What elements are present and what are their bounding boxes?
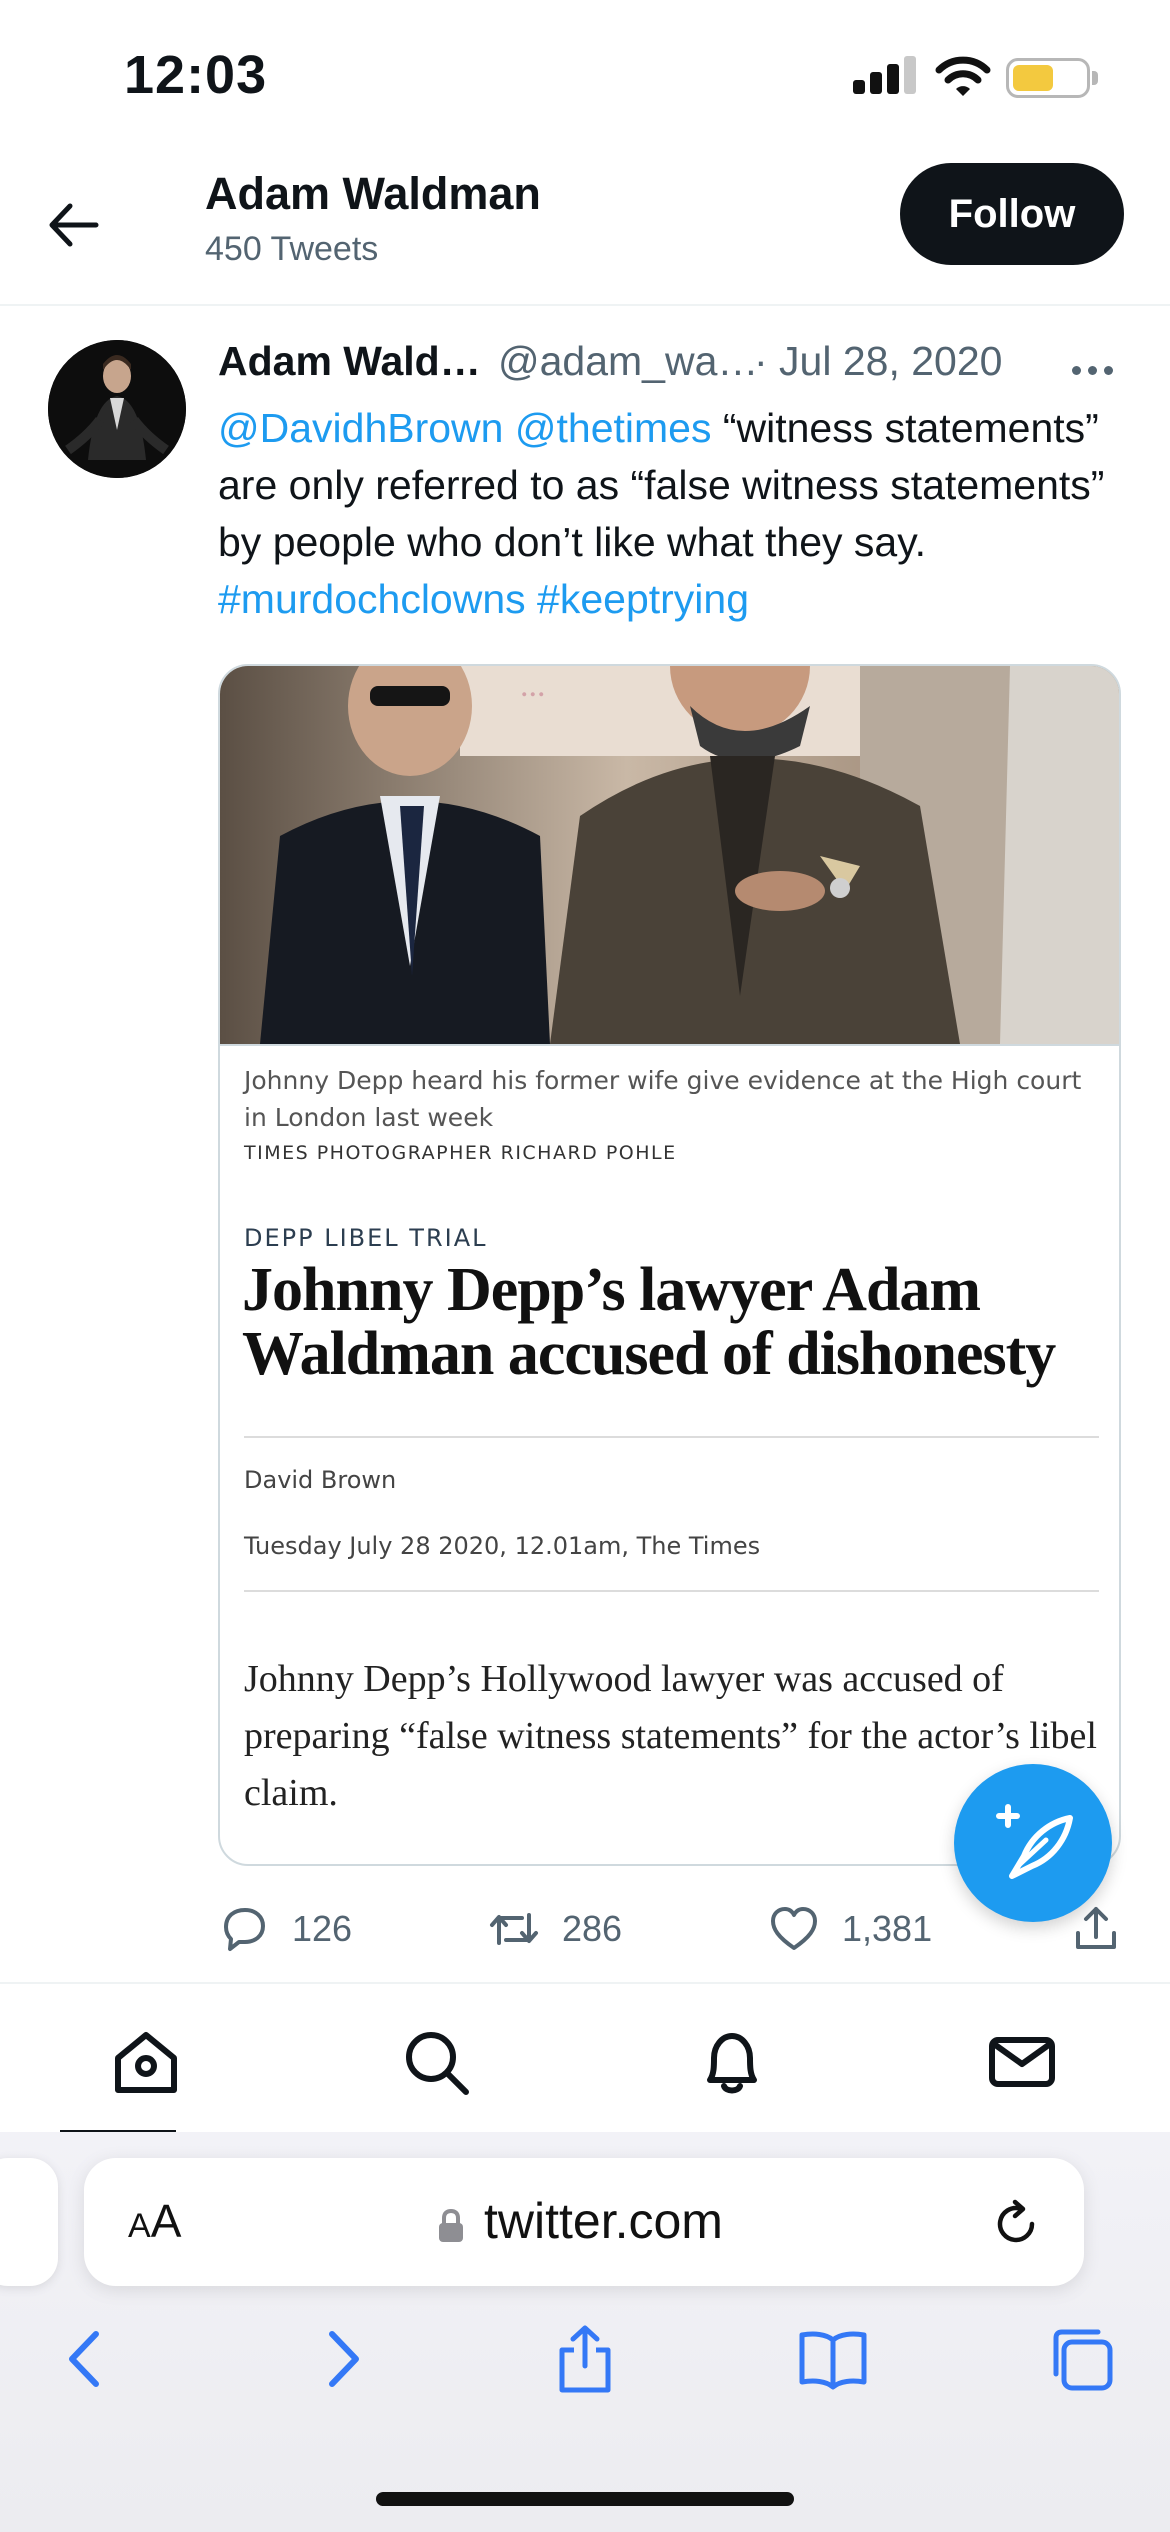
reply-button[interactable]: 126	[218, 1894, 352, 1964]
heart-icon	[771, 1907, 817, 1950]
reader-settings-button[interactable]: AA	[128, 2194, 181, 2248]
retweet-icon	[490, 1913, 538, 1945]
battery-icon	[1006, 58, 1090, 98]
arrow-left-icon[interactable]	[44, 196, 102, 254]
home-icon	[115, 2032, 177, 2093]
photo-credit: TIMES PHOTOGRAPHER RICHARD POHLE	[244, 1142, 677, 1164]
home-indicator[interactable]	[376, 2492, 794, 2506]
tweet-count: 450 Tweets	[205, 230, 379, 268]
tweet-text: @DavidhBrown @thetimes “witness statemen…	[218, 400, 1118, 628]
reply-icon	[224, 1908, 265, 1951]
profile-header: Adam Waldman 450 Tweets Follow	[0, 150, 1170, 306]
avatar[interactable]	[48, 340, 186, 478]
feather-plus-icon	[996, 1804, 1073, 1879]
like-button[interactable]: 1,381	[768, 1894, 932, 1964]
avatar-image	[48, 340, 186, 478]
mention-link[interactable]: @DavidhBrown	[218, 405, 503, 451]
nav-notifications[interactable]	[696, 2026, 768, 2098]
author-handle[interactable]: @adam_wa…	[498, 338, 758, 385]
divider	[244, 1436, 1099, 1438]
profile-name: Adam Waldman	[205, 168, 541, 219]
follow-button[interactable]: Follow	[900, 163, 1124, 265]
previous-tab-preview[interactable]	[0, 2158, 58, 2286]
compose-tweet-button[interactable]	[954, 1764, 1112, 1922]
photo-caption: Johnny Depp heard his former wife give e…	[244, 1066, 1082, 1132]
battery-tip	[1092, 71, 1098, 85]
safari-bookmarks-button[interactable]	[796, 2322, 870, 2396]
notifications-icon	[707, 2033, 757, 2094]
article-author: David Brown	[244, 1466, 397, 1494]
bookmarks-icon	[799, 2331, 867, 2390]
retweet-count: 286	[562, 1908, 623, 1949]
nav-search[interactable]	[400, 2026, 472, 2098]
divider	[244, 1590, 1099, 1592]
status-time: 12:03	[124, 45, 268, 105]
search-icon	[406, 2032, 469, 2095]
status-bar: 12:03	[0, 0, 1170, 150]
like-count: 1,381	[842, 1908, 933, 1949]
back-icon	[69, 2331, 99, 2387]
safari-share-button[interactable]	[548, 2322, 622, 2396]
reply-count: 126	[292, 1908, 353, 1949]
article-photo: ...	[220, 666, 1119, 1044]
article-card[interactable]: ... Johnny Depp heard his former wife gi…	[218, 664, 1121, 1866]
reload-icon[interactable]	[990, 2198, 1042, 2250]
share-icon	[559, 2325, 611, 2393]
mention-link[interactable]: @thetimes	[515, 405, 712, 451]
safari-tabs-button[interactable]	[1044, 2322, 1118, 2396]
wifi-icon	[935, 56, 991, 96]
more-options-icon[interactable]	[1072, 352, 1122, 388]
divider	[220, 1044, 1119, 1046]
safari-back-button[interactable]	[50, 2322, 124, 2396]
lock-icon	[439, 2208, 463, 2242]
cellular-signal-icon	[853, 56, 916, 94]
article-dateline: Tuesday July 28 2020, 12.01am, The Times	[244, 1532, 761, 1560]
twitter-bottom-nav	[0, 1982, 1170, 2134]
messages-icon	[989, 2037, 1055, 2087]
forward-icon	[329, 2331, 359, 2387]
tabs-icon	[1053, 2329, 1113, 2391]
nav-home[interactable]	[110, 2026, 182, 2098]
article-title: Johnny Depp’s lawyer Adam Waldman accuse…	[242, 1256, 1056, 1388]
svg-text:...: ...	[520, 667, 546, 704]
tweet-date[interactable]: · Jul 28, 2020	[754, 338, 1002, 385]
author-name[interactable]: Adam Wald…	[218, 338, 481, 385]
address-bar[interactable]: AA twitter.com	[84, 2158, 1084, 2286]
article-section: DEPP LIBEL TRIAL	[244, 1224, 488, 1252]
hashtag-link[interactable]: #keeptrying	[537, 576, 749, 622]
url-text[interactable]: twitter.com	[484, 2192, 723, 2250]
tweet-header: Adam Wald… @adam_wa… · Jul 28, 2020	[218, 338, 1118, 394]
hashtag-link[interactable]: #murdochclowns	[218, 576, 526, 622]
battery-level	[1013, 65, 1053, 91]
nav-messages[interactable]	[986, 2026, 1058, 2098]
safari-forward-button[interactable]	[304, 2322, 378, 2396]
retweet-button[interactable]: 286	[488, 1894, 622, 1964]
safari-chrome: AA twitter.com	[0, 2132, 1170, 2532]
